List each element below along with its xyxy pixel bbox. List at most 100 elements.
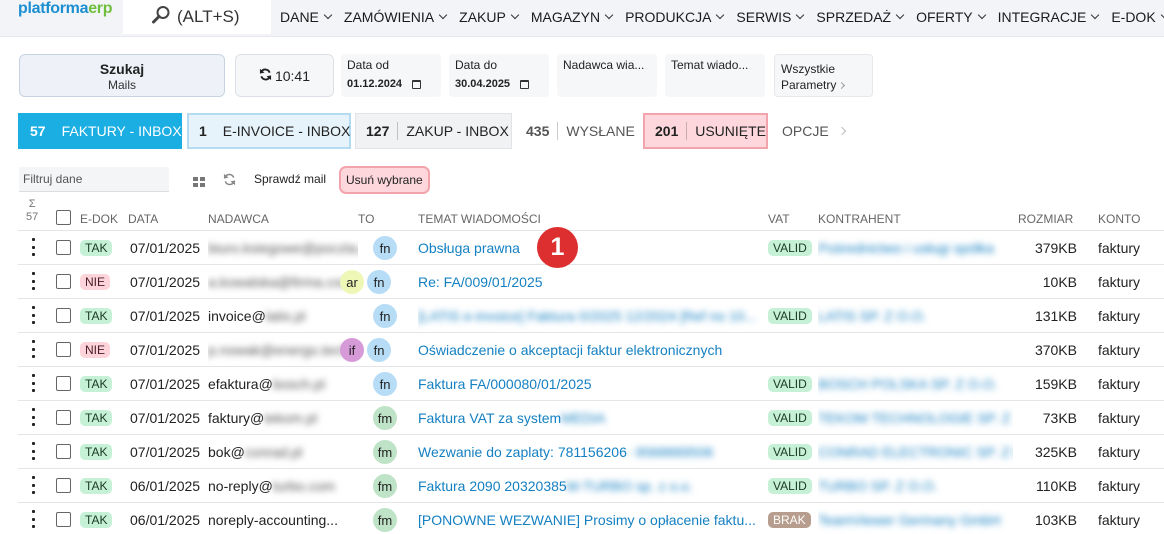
tab-faktury-inbox[interactable]: 57 FAKTURY - INBOX (18, 113, 182, 149)
contractor-cell[interactable]: TEKOM TECHNOLOGIE SP. Z (818, 401, 1013, 435)
table-row[interactable]: TAK 07/01/2025 invoice@ latis.pl fn [LATIS e-… (18, 298, 1164, 332)
menu-item-e-dok[interactable]: E-DOK (1111, 9, 1164, 25)
refresh-button[interactable]: 10:41 (235, 54, 334, 97)
menu-item-zakup[interactable]: ZAKUP (459, 9, 520, 25)
kebab-menu-icon[interactable] (32, 340, 36, 358)
filter-data-input[interactable] (19, 167, 169, 192)
row-checkbox[interactable] (56, 342, 71, 357)
row-checkbox[interactable] (56, 410, 71, 425)
header-to[interactable]: TO (358, 212, 374, 226)
sender-cell[interactable]: biuro.ksiegowe@poczta.pl (208, 231, 358, 265)
subject-redacted[interactable]: M-TURBO sp. z o.o. (567, 478, 693, 494)
kebab-menu-icon[interactable] (32, 408, 36, 426)
subject-link[interactable]: Faktura 2090 20320385 (418, 478, 567, 494)
row-checkbox[interactable] (56, 308, 71, 323)
contractor-redacted[interactable]: TURBO SP. Z O.O. (818, 478, 938, 494)
row-checkbox[interactable] (56, 512, 71, 527)
header-sender[interactable]: NADAWCA (208, 212, 269, 226)
sender-cell[interactable]: bok@ conrad.pl (208, 435, 358, 469)
sender-filter-field[interactable]: Nadawca wia... (557, 54, 657, 97)
contractor-redacted[interactable]: Pośrednictwo i usługi spółka (818, 240, 994, 256)
contractor-redacted[interactable]: TeamViewer Germany GmbH (818, 512, 1001, 528)
check-mail-button[interactable]: Sprawdź mail (254, 172, 326, 186)
sender-cell[interactable]: efaktura@ bosch.pl (208, 367, 358, 401)
subject-link[interactable]: Faktura FA/000080/01/2025 (418, 376, 592, 392)
calendar-icon[interactable] (412, 79, 422, 89)
contractor-redacted[interactable]: CONRAD ELECTRONIC SP. Z O.O. (818, 444, 1013, 460)
subject-cell[interactable]: Faktura FA/000080/01/2025 (418, 367, 763, 401)
menu-item-serwis[interactable]: SERWIS (736, 9, 805, 25)
table-row[interactable]: TAK 07/01/2025 efaktura@ bosch.pl fn Faktura … (18, 366, 1164, 400)
parameters-button[interactable]: Wszystkie Parametry (774, 54, 873, 97)
contractor-cell[interactable]: TeamViewer Germany GmbH (818, 503, 1013, 534)
tab-zakup-inbox[interactable]: 127 ZAKUP - INBOX (355, 113, 512, 149)
subject-link[interactable]: Obsługa prawna (418, 240, 520, 256)
date-from-field[interactable]: Data od 01.12.2024 (341, 54, 441, 97)
header-account[interactable]: KONTO (1098, 212, 1140, 226)
subject-cell[interactable]: Re: FA/009/01/2025 (418, 265, 763, 299)
tab-wyslane[interactable]: 435 WYSŁANE (516, 113, 636, 149)
menu-item-integracje[interactable]: INTEGRACJE (998, 9, 1100, 25)
contractor-redacted[interactable]: TEKOM TECHNOLOGIE SP. Z (818, 410, 1010, 426)
sender-cell[interactable]: no-reply@ turbo.com (208, 469, 358, 503)
tab-opcje[interactable]: OPCJE (782, 113, 852, 149)
contractor-redacted[interactable]: BOSCH POLSKA SP. Z O.O. (818, 376, 997, 392)
contractor-cell[interactable]: BOSCH POLSKA SP. Z O.O. (818, 367, 1013, 401)
row-checkbox[interactable] (56, 376, 71, 391)
sender-cell[interactable]: faktury@ tekom.pl (208, 401, 358, 435)
header-vat[interactable]: VAT (768, 212, 790, 226)
subject-cell[interactable]: [PONOWNE WEZWANIE] Prosimy o opłacenie f… (418, 503, 763, 534)
subject-cell[interactable]: Faktura 2090 20320385 M-TURBO sp. z o.o. (418, 469, 763, 503)
header-size[interactable]: ROZMIAR (1018, 212, 1073, 226)
menu-item-magazyn[interactable]: MAGAZYN (531, 9, 614, 25)
subject-link[interactable]: Oświadczenie o akceptacji faktur elektro… (418, 342, 722, 358)
header-date[interactable]: DATA (128, 212, 158, 226)
subject-link[interactable]: Faktura VAT za system (418, 410, 561, 426)
kebab-menu-icon[interactable] (32, 510, 36, 528)
row-checkbox[interactable] (56, 274, 71, 289)
grid-view-icon[interactable] (193, 174, 205, 190)
kebab-menu-icon[interactable] (32, 442, 36, 460)
sender-cell[interactable]: a.kowalska@firma.com.pl (208, 265, 358, 299)
subject-link[interactable]: Wezwanie do zaplaty: 781156206 (418, 444, 627, 460)
header-edok[interactable]: E-DOK (80, 212, 118, 226)
app-logo[interactable]: platformaerp (18, 0, 113, 18)
table-row[interactable]: NIE 07/01/2025 a.kowalska@firma.com.pl ar fn… (18, 264, 1164, 298)
menu-item-produkcja[interactable]: PRODUKCJA (625, 9, 725, 25)
date-to-field[interactable]: Data do 30.04.2025 (449, 54, 549, 97)
subject-cell[interactable]: [LATIS e-invoice] Faktura 0/2025 12/2024… (418, 299, 763, 333)
table-row[interactable]: TAK 06/01/2025 noreply-accounting... fm [PON… (18, 502, 1164, 534)
kebab-menu-icon[interactable] (32, 238, 36, 256)
contractor-cell[interactable]: Pośrednictwo i usługi spółka (818, 231, 1013, 265)
subject-cell[interactable]: Obsługa prawna (418, 231, 763, 265)
kebab-menu-icon[interactable] (32, 306, 36, 324)
row-checkbox[interactable] (56, 478, 71, 493)
header-contractor[interactable]: KONTRAHENT (818, 212, 901, 226)
subject-redacted[interactable]: MEDIA (561, 410, 605, 426)
menu-item-zamówienia[interactable]: ZAMÓWIENIA (344, 9, 448, 25)
contractor-cell[interactable]: LATIS SP. Z O.O. (818, 299, 1013, 333)
subject-link[interactable]: Re: FA/009/01/2025 (418, 274, 543, 290)
table-row[interactable]: TAK 07/01/2025 faktury@ tekom.pl fm Faktura V… (18, 400, 1164, 434)
subject-redacted[interactable]: [LATIS e-invoice] Faktura 0/2025 12/2024… (418, 308, 756, 324)
menu-item-oferty[interactable]: OFERTY (916, 9, 986, 25)
table-row[interactable]: TAK 07/01/2025 bok@ conrad.pl fm Wezwanie do … (18, 434, 1164, 468)
search-mails-button[interactable]: Szukaj Mails (19, 54, 225, 97)
table-row[interactable]: TAK 06/01/2025 no-reply@ turbo.com fm Faktura… (18, 468, 1164, 502)
subject-link[interactable]: [PONOWNE WEZWANIE] Prosimy o opłacenie f… (418, 512, 756, 528)
subject-redacted[interactable]: - 9568889506 (627, 444, 713, 460)
subject-cell[interactable]: Faktura VAT za system MEDIA (418, 401, 763, 435)
select-all-checkbox[interactable] (56, 210, 71, 225)
subject-cell[interactable]: Oświadczenie o akceptacji faktur elektro… (418, 333, 763, 367)
sender-cell[interactable]: noreply-accounting... (208, 503, 358, 534)
sender-cell[interactable]: p.nowak@energo.tech (208, 333, 358, 367)
delete-selected-button[interactable]: Usuń wybrane (339, 166, 430, 194)
calendar-icon[interactable] (520, 79, 530, 89)
header-subject[interactable]: TEMAT WIADOMOŚCI (418, 212, 541, 226)
table-row[interactable]: NIE 07/01/2025 p.nowak@energo.tech if fn Oświ… (18, 332, 1164, 366)
row-checkbox[interactable] (56, 444, 71, 459)
sender-cell[interactable]: invoice@ latis.pl (208, 299, 358, 333)
contractor-redacted[interactable]: LATIS SP. Z O.O. (818, 308, 926, 324)
kebab-menu-icon[interactable] (32, 374, 36, 392)
tab-usuniete[interactable]: 201 USUNIĘTE (643, 113, 768, 149)
